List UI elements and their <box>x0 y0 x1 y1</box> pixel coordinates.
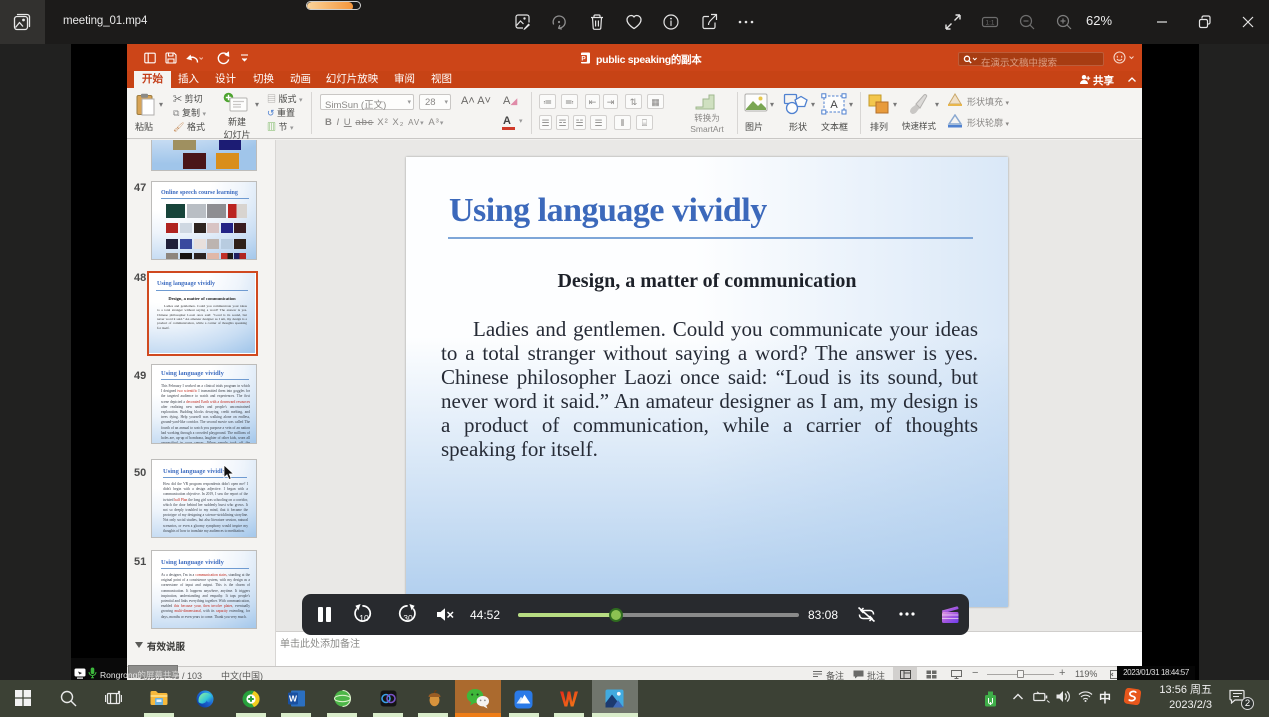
svg-text:W: W <box>289 694 298 704</box>
svg-text:P: P <box>581 56 586 63</box>
svg-text:A: A <box>830 99 838 111</box>
svg-text:1:1: 1:1 <box>986 20 995 27</box>
